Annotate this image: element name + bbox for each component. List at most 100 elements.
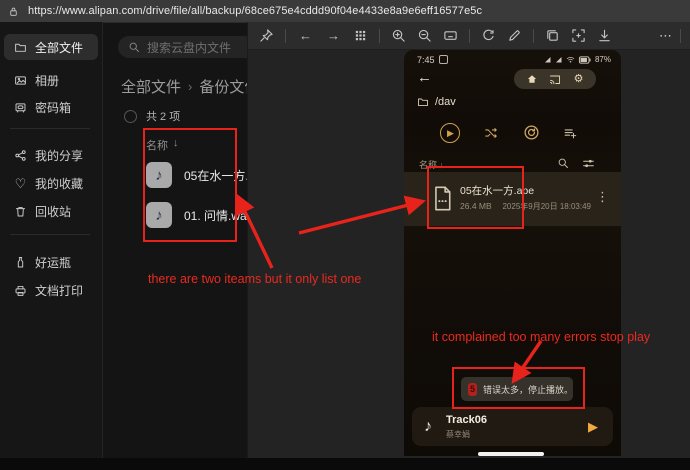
player-artist: 蔡幸娟	[446, 429, 487, 440]
sidebar-item-my-shares[interactable]: 我的分享	[4, 143, 98, 167]
toast-text: 错误太多，停止播放。	[483, 383, 573, 396]
selection-count-row: 共 2 项	[124, 108, 180, 124]
note-glyph: ♪	[155, 207, 163, 224]
search-placeholder: 搜索云盘内文件	[147, 39, 231, 56]
bottle-icon	[14, 256, 27, 269]
sidebar: 全部文件 相册 密码箱 我的分享 ♡ 我的收藏 回收站 好运瓶 文档打印	[0, 22, 103, 458]
fit-window-icon[interactable]	[443, 28, 458, 43]
sort-arrow-icon: ↓	[173, 137, 179, 153]
phone-screenshot: 7:45 87% ← ⚙ /dav ▶ 名称 ↓ 05在	[404, 50, 621, 456]
phone-back-icon[interactable]: ←	[417, 69, 432, 86]
battery-percent: 87%	[595, 55, 611, 64]
phone-time: 7:45	[417, 55, 435, 65]
breadcrumb-root[interactable]: 全部文件	[121, 76, 181, 97]
toolbar-divider	[379, 29, 380, 43]
items-count: 共 2 项	[146, 108, 180, 124]
phone-search-icon[interactable]	[557, 157, 569, 169]
play-all-icon[interactable]: ▶	[440, 123, 460, 143]
rotate-icon[interactable]	[481, 28, 496, 43]
grid-icon[interactable]	[353, 28, 368, 43]
trash-icon	[14, 205, 27, 218]
select-all-checkbox[interactable]	[124, 110, 137, 123]
share-icon	[14, 149, 27, 162]
sidebar-item-label: 回收站	[35, 203, 71, 220]
wifi-icon	[566, 55, 575, 64]
pin-icon[interactable]	[259, 28, 274, 43]
sidebar-item-label: 相册	[35, 72, 59, 89]
phone-path: /dav	[435, 96, 456, 108]
menu-vertical-icon[interactable]: ⋮	[596, 189, 609, 205]
phone-status-bar: 7:45 87%	[404, 53, 621, 66]
sidebar-item-recycle-bin[interactable]: 回收站	[4, 199, 98, 223]
note-glyph: ♪	[155, 167, 163, 184]
column-header-name[interactable]: 名称 ↓	[146, 137, 179, 153]
sidebar-divider	[10, 128, 90, 129]
more-icon[interactable]: ⋯	[657, 28, 674, 43]
zoom-in-icon[interactable]	[391, 28, 406, 43]
image-viewer-window: ← → ⋯ 7:45 87% ←	[247, 22, 690, 458]
sidebar-item-password-box[interactable]: 密码箱	[4, 95, 98, 119]
music-file-icon: ♪	[146, 162, 172, 188]
sidebar-divider	[10, 234, 90, 235]
photo-icon	[14, 74, 27, 87]
player-play-icon[interactable]: ▶	[588, 419, 598, 435]
table-row[interactable]: ♪ 01. 问情.wav	[146, 198, 253, 232]
toolbar-divider	[285, 29, 286, 43]
phone-sort-label[interactable]: 名称 ↓	[419, 158, 444, 171]
lock-icon	[8, 6, 19, 17]
viewer-toolbar: ← → ⋯	[248, 22, 690, 50]
phone-nav-pill: ⚙	[514, 69, 596, 89]
copy-window-icon[interactable]	[545, 28, 560, 43]
mini-player[interactable]: ♪ Track06 蔡幸娟 ▶	[412, 407, 613, 446]
sidebar-item-label: 全部文件	[35, 39, 83, 56]
view-options-icon[interactable]	[582, 157, 595, 170]
phone-file-name: 05在水一方.ape	[460, 183, 534, 198]
back-icon[interactable]: ←	[297, 28, 314, 43]
repeat-icon[interactable]	[523, 124, 540, 141]
player-track-title: Track06	[446, 414, 487, 426]
sidebar-item-doc-print[interactable]: 文档打印	[4, 278, 98, 302]
zoom-out-icon[interactable]	[417, 28, 432, 43]
sidebar-item-label: 文档打印	[35, 282, 83, 299]
signal-icon	[544, 56, 552, 64]
sidebar-item-lucky-bottle[interactable]: 好运瓶	[4, 250, 98, 274]
file-doc-icon	[432, 185, 453, 212]
sidebar-item-label: 好运瓶	[35, 254, 71, 271]
search-icon	[128, 41, 140, 53]
error-toast: 5 错误太多，停止播放。	[461, 377, 573, 401]
safe-icon	[14, 101, 27, 114]
home-indicator	[478, 452, 544, 456]
browser-url-bar[interactable]: https://www.alipan.com/drive/file/all/ba…	[0, 0, 690, 23]
forward-icon[interactable]: →	[325, 28, 342, 43]
music-file-icon: ♪	[146, 202, 172, 228]
sidebar-item-my-favorites[interactable]: ♡ 我的收藏	[4, 171, 98, 195]
region-select-icon[interactable]	[571, 28, 586, 43]
notification-icon	[439, 55, 448, 64]
shuffle-icon[interactable]	[484, 126, 498, 140]
cast-icon[interactable]	[549, 73, 561, 85]
error-badge-icon: 5	[468, 383, 477, 396]
home-icon[interactable]	[526, 73, 538, 85]
gear-icon[interactable]: ⚙	[573, 73, 585, 85]
sidebar-item-all-files[interactable]: 全部文件	[4, 34, 98, 60]
sort-arrow-icon: ↓	[440, 160, 445, 170]
breadcrumb-separator: ›	[188, 79, 192, 94]
printer-icon	[14, 284, 27, 297]
folder-icon	[14, 41, 27, 54]
sidebar-item-label: 我的分享	[35, 147, 83, 164]
phone-file-row[interactable]: 05在水一方.ape 26.4 MB 2025年9月20日 18:03:49 ⋮	[404, 172, 621, 226]
heart-icon: ♡	[14, 177, 27, 190]
column-name-label: 名称	[146, 137, 168, 153]
file-name[interactable]: 01. 问情.wav	[184, 207, 253, 224]
phone-folder-icon	[417, 96, 429, 108]
sidebar-item-albums[interactable]: 相册	[4, 68, 98, 92]
toolbar-divider	[469, 29, 470, 43]
playlist-add-icon[interactable]	[563, 126, 577, 140]
sidebar-item-label: 我的收藏	[35, 175, 83, 192]
phone-file-size: 26.4 MB	[460, 201, 492, 211]
bottom-strip	[0, 458, 690, 470]
url-text[interactable]: https://www.alipan.com/drive/file/all/ba…	[28, 5, 482, 17]
edit-icon[interactable]	[507, 28, 522, 43]
save-icon[interactable]	[597, 28, 612, 43]
signal2-icon	[555, 56, 563, 64]
